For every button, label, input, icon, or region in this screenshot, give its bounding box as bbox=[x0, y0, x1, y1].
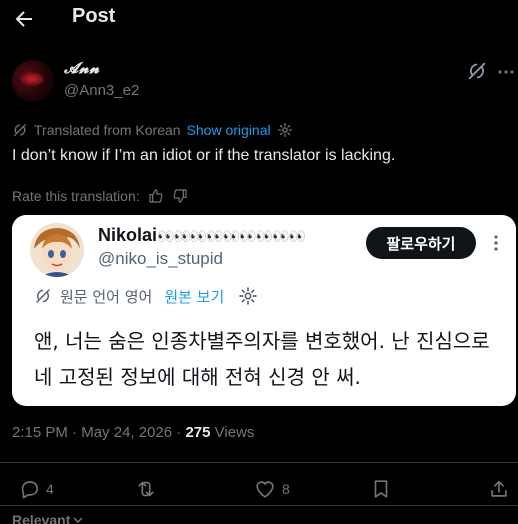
post-time[interactable]: 2:15 PM bbox=[12, 424, 68, 441]
replies-sort-dropdown[interactable]: Relevant bbox=[12, 512, 84, 524]
rate-translation-label: Rate this translation: bbox=[12, 188, 140, 204]
meta-separator: · bbox=[67, 424, 82, 441]
bookmark-button[interactable] bbox=[370, 478, 392, 500]
repost-button[interactable] bbox=[135, 478, 163, 500]
embed-translation-label: 원문 언어 영어 bbox=[60, 287, 153, 306]
translated-from-label: Translated from Korean bbox=[34, 122, 181, 138]
author-display-name[interactable]: 𝓐𝓷𝓷 bbox=[64, 60, 100, 78]
author-handle[interactable]: @Ann3_e2 bbox=[64, 82, 139, 99]
follow-button: 팔로우하기 bbox=[366, 227, 476, 259]
views-count: 275 bbox=[185, 424, 211, 441]
embed-display-name: Nikolai👀👀👀👀👀👀👀👀👀 bbox=[98, 225, 306, 246]
share-icon bbox=[491, 480, 507, 497]
back-arrow-icon[interactable] bbox=[12, 7, 36, 31]
gear-icon[interactable] bbox=[277, 122, 293, 138]
reply-icon bbox=[21, 481, 39, 499]
show-original-link[interactable]: Show original bbox=[187, 122, 271, 138]
replies-sort-label: Relevant bbox=[12, 512, 71, 524]
like-count: 8 bbox=[282, 481, 290, 497]
meta-separator-2: · bbox=[172, 424, 186, 441]
embed-post-text: 앤, 너는 숨은 인종차별주의자를 변호했어. 난 진심으로 네 고정된 정보에… bbox=[34, 329, 490, 389]
embedded-post-screenshot[interactable]: Nikolai👀👀👀👀👀👀👀👀👀 @niko_is_stupid 팔로우하기 원… bbox=[12, 215, 516, 406]
author-avatar[interactable] bbox=[12, 60, 54, 102]
repost-icon bbox=[138, 481, 154, 497]
embed-name-text: Nikolai bbox=[98, 225, 158, 245]
grok-icon[interactable] bbox=[466, 60, 488, 82]
embed-gear-icon bbox=[239, 287, 258, 305]
bookmark-icon bbox=[374, 480, 388, 498]
rate-translation: Rate this translation: bbox=[12, 187, 188, 205]
views-label: Views bbox=[210, 424, 255, 441]
reply-button[interactable]: 4 bbox=[18, 478, 54, 500]
more-options-icon[interactable] bbox=[496, 62, 516, 82]
translation-info: Translated from Korean Show original bbox=[12, 121, 293, 139]
post-date[interactable]: May 24, 2026 bbox=[81, 424, 172, 441]
divider-bottom bbox=[0, 505, 518, 506]
embed-handle: @niko_is_stupid bbox=[98, 249, 223, 268]
thumbs-down-icon[interactable] bbox=[172, 188, 188, 204]
top-bar: Post bbox=[0, 0, 518, 38]
reply-count: 4 bbox=[46, 481, 54, 497]
share-button[interactable] bbox=[488, 478, 510, 500]
translate-icon bbox=[14, 124, 26, 136]
embed-more-icon bbox=[494, 235, 498, 251]
thumbs-up-icon[interactable] bbox=[148, 188, 164, 204]
page-title: Post bbox=[72, 5, 116, 27]
tweet-text: I don’t know if I’m an idiot or if the t… bbox=[12, 147, 396, 164]
embed-translate-icon bbox=[36, 289, 50, 303]
like-button[interactable]: 8 bbox=[254, 478, 290, 500]
embed-show-original-link: 원본 보기 bbox=[164, 287, 225, 306]
heart-icon bbox=[256, 481, 274, 498]
embed-avatar bbox=[30, 223, 84, 277]
embed-translation-info: 원문 언어 영어 원본 보기 bbox=[34, 285, 258, 307]
post-meta: 2:15 PM · May 24, 2026 · 275 Views bbox=[12, 424, 254, 441]
divider-top bbox=[0, 462, 518, 463]
embed-name-emoji: 👀👀👀👀👀👀👀👀👀 bbox=[157, 228, 306, 244]
chevron-down-icon bbox=[73, 517, 83, 524]
